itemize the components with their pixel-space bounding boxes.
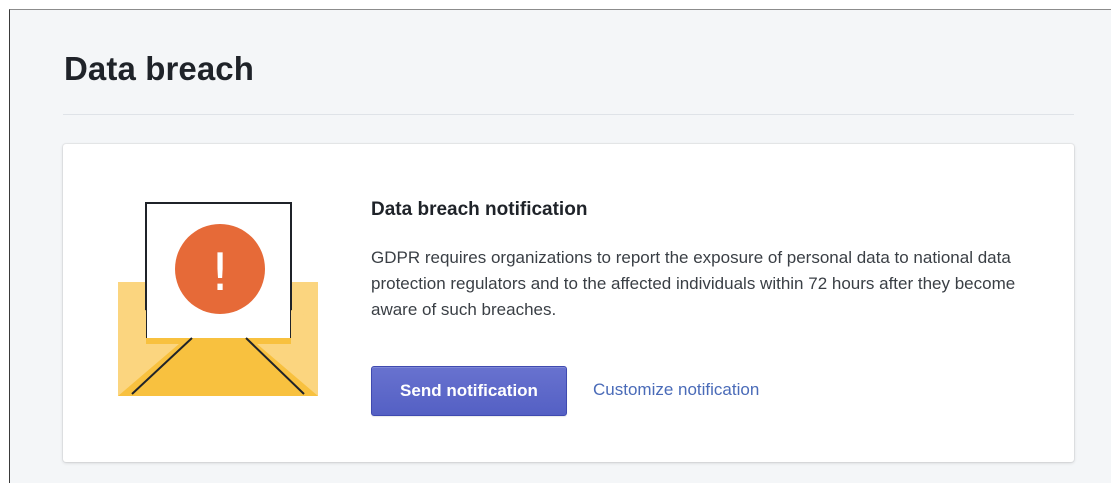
exclamation-glyph: !: [210, 243, 231, 303]
page-title: Data breach: [64, 50, 255, 87]
data-breach-card: ! Data breach notification GDPR requires…: [63, 144, 1074, 462]
card-description: GDPR requires organizations to report th…: [371, 248, 1016, 319]
customize-notification-link[interactable]: Customize notification: [593, 380, 759, 400]
app-frame: Data breach ! Data breach notification G…: [9, 9, 1111, 483]
card-heading: Data breach notification: [371, 199, 588, 220]
title-divider: [63, 114, 1074, 115]
envelope-alert-icon: !: [118, 200, 318, 410]
send-notification-button[interactable]: Send notification: [371, 366, 567, 416]
